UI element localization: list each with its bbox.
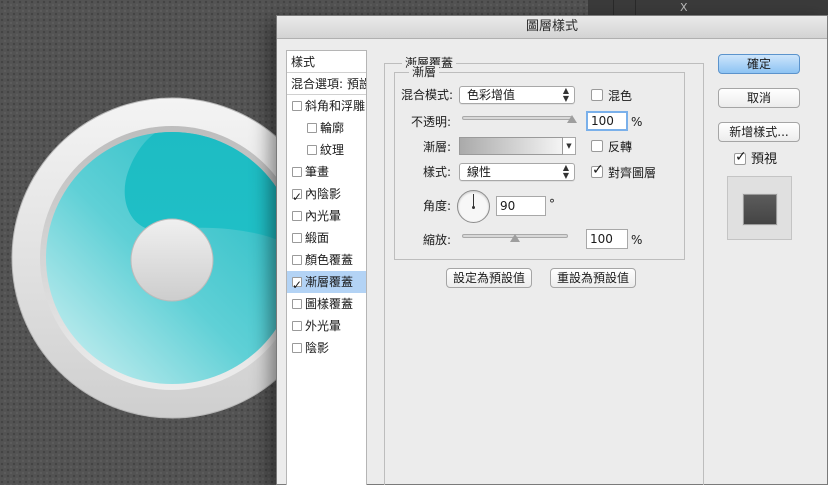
style-item-checkbox[interactable] xyxy=(292,343,302,353)
style-item-checkbox[interactable] xyxy=(292,233,302,243)
style-label: 樣式: xyxy=(422,165,451,179)
angle-dial[interactable] xyxy=(457,190,490,223)
dialog-titlebar[interactable]: 圖層樣式 xyxy=(277,16,827,39)
opacity-slider-thumb[interactable] xyxy=(567,115,577,123)
align-layer-label: 對齊圖層 xyxy=(608,166,657,180)
preview-label: 預視 xyxy=(751,152,778,167)
scale-label: 縮放: xyxy=(422,233,451,247)
style-item-checkbox[interactable] xyxy=(307,123,317,133)
layer-style-dialog: 圖層樣式 樣式 混合選項: 預設 斜角和浮雕輪廓紋理筆畫內陰影內光暈緞面顏色覆蓋… xyxy=(276,15,828,485)
style-item-label: 筆畫 xyxy=(305,165,330,179)
select-arrows-icon: ▲ ▼ xyxy=(562,163,569,180)
cancel-button[interactable]: 取消 xyxy=(718,88,800,108)
blend-mode-select[interactable]: 色彩增值 ▲ ▼ xyxy=(459,86,575,104)
style-list-item[interactable]: 筆畫 xyxy=(287,161,366,183)
style-item-checkbox[interactable] xyxy=(292,101,302,111)
scale-slider-thumb[interactable] xyxy=(510,234,520,242)
opacity-label: 不透明: xyxy=(410,115,451,129)
panel-cell xyxy=(614,0,636,16)
opacity-slider-track[interactable] xyxy=(462,116,572,120)
dither-label: 混色 xyxy=(608,89,633,103)
scale-unit: % xyxy=(631,233,643,247)
style-list-header[interactable]: 樣式 xyxy=(287,51,366,73)
gradient-label: 漸層: xyxy=(422,140,451,154)
gradient-swatch[interactable] xyxy=(459,137,563,155)
style-item-checkbox[interactable] xyxy=(307,145,317,155)
gradient-subgroup-title: 漸層 xyxy=(409,65,440,79)
style-item-label: 陰影 xyxy=(305,341,330,355)
angle-input[interactable]: 90 xyxy=(496,196,546,216)
panel-letter: X xyxy=(680,1,688,14)
style-item-label: 漸層覆蓋 xyxy=(305,275,354,289)
angle-unit: ° xyxy=(549,197,555,211)
style-item-checkbox[interactable] xyxy=(292,299,302,309)
style-list-item[interactable]: 斜角和浮雕 xyxy=(287,95,366,117)
style-list-item[interactable]: 外光暈 xyxy=(287,315,366,337)
blend-mode-value: 色彩增值 xyxy=(467,88,516,102)
blending-options-item[interactable]: 混合選項: 預設 xyxy=(287,73,366,95)
angle-label: 角度: xyxy=(422,199,451,213)
style-item-label: 緞面 xyxy=(305,231,330,245)
style-item-checkbox[interactable] xyxy=(292,167,302,177)
ok-button[interactable]: 確定 xyxy=(718,54,800,74)
gradient-dropdown-icon[interactable]: ▼ xyxy=(563,137,576,155)
align-layer-checkbox[interactable] xyxy=(591,162,604,178)
style-item-checkbox[interactable] xyxy=(292,274,302,296)
center-knob xyxy=(130,218,214,302)
style-item-checkbox[interactable] xyxy=(292,321,302,331)
reverse-checkbox[interactable] xyxy=(591,140,603,152)
style-list-item[interactable]: 紋理 xyxy=(287,139,366,161)
style-preview xyxy=(727,176,792,240)
blend-mode-label: 混合模式: xyxy=(401,88,454,102)
reverse-label: 反轉 xyxy=(608,140,633,154)
style-item-label: 內陰影 xyxy=(305,187,342,201)
style-item-label: 內光暈 xyxy=(305,209,342,223)
scale-input[interactable]: 100 xyxy=(586,229,628,249)
style-list-item[interactable]: 顏色覆蓋 xyxy=(287,249,366,271)
style-preview-swatch xyxy=(743,194,777,225)
background-app-panel: X xyxy=(588,0,828,16)
style-list-item[interactable]: 內陰影 xyxy=(287,183,366,208)
style-list-item[interactable]: 緞面 xyxy=(287,227,366,249)
style-list-item[interactable]: 陰影 xyxy=(287,337,366,359)
style-item-checkbox[interactable] xyxy=(292,255,302,265)
make-default-button[interactable]: 設定為預設值 xyxy=(446,268,532,288)
style-list-item[interactable]: 漸層覆蓋 xyxy=(287,271,366,296)
style-item-checkbox[interactable] xyxy=(292,186,302,208)
select-arrows-icon: ▲ ▼ xyxy=(562,86,569,103)
style-list: 樣式 混合選項: 預設 斜角和浮雕輪廓紋理筆畫內陰影內光暈緞面顏色覆蓋漸層覆蓋圖… xyxy=(286,50,367,485)
opacity-unit: % xyxy=(631,115,643,129)
style-item-label: 外光暈 xyxy=(305,319,342,333)
style-list-item[interactable]: 輪廓 xyxy=(287,117,366,139)
opacity-input[interactable]: 100 xyxy=(586,111,628,131)
style-item-label: 顏色覆蓋 xyxy=(305,253,354,267)
reset-default-button[interactable]: 重設為預設值 xyxy=(550,268,636,288)
style-item-label: 圖樣覆蓋 xyxy=(305,297,354,311)
style-item-label: 輪廓 xyxy=(320,121,345,135)
style-value: 線性 xyxy=(467,165,492,179)
panel-cell xyxy=(588,0,614,16)
preview-checkbox[interactable] xyxy=(734,149,747,165)
new-style-button[interactable]: 新增樣式... xyxy=(718,122,800,142)
style-list-item[interactable]: 內光暈 xyxy=(287,205,366,227)
style-items: 斜角和浮雕輪廓紋理筆畫內陰影內光暈緞面顏色覆蓋漸層覆蓋圖樣覆蓋外光暈陰影 xyxy=(287,95,366,359)
style-item-label: 斜角和浮雕 xyxy=(305,99,366,113)
style-list-item[interactable]: 圖樣覆蓋 xyxy=(287,293,366,315)
style-item-checkbox[interactable] xyxy=(292,211,302,221)
style-select[interactable]: 線性 ▲ ▼ xyxy=(459,163,575,181)
dither-checkbox[interactable] xyxy=(591,89,603,101)
style-item-label: 紋理 xyxy=(320,143,345,157)
